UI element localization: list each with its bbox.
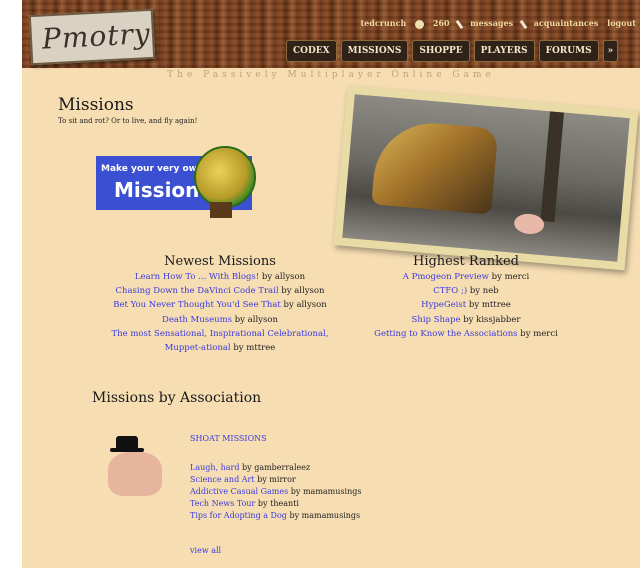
mission-link[interactable]: Addictive Casual Games <box>190 487 288 496</box>
mission-link[interactable]: Bet You Never Thought You'd See That <box>113 300 281 310</box>
list-item: The most Sensational, Inspirational Cele… <box>82 327 358 341</box>
mission-link[interactable]: Death Museums <box>162 315 232 325</box>
mission-link[interactable]: Getting to Know the Associations <box>374 329 517 339</box>
list-item: Laugh, hard by gamberraleez <box>190 463 311 472</box>
site-logo[interactable]: Pmotry <box>28 8 156 66</box>
associations-heading: Missions by Association <box>92 390 262 406</box>
highest-ranked-list: A Pmogeon Preview by merci CTFO ;) by ne… <box>348 270 584 341</box>
list-item: Addictive Casual Games by mamamusings <box>190 487 362 496</box>
list-item: Bet You Never Thought You'd See That by … <box>113 300 327 311</box>
coin-icon <box>415 19 425 29</box>
banner-line1: Make your very own <box>101 164 204 174</box>
top-hat-icon <box>116 436 138 450</box>
association-group-title: SHOAT MISSIONS <box>190 433 267 445</box>
page-frame: Pmotry tedcrunch 260 messages acquaintan… <box>22 0 640 568</box>
association-missions-list: Laugh, hard by gamberraleez Science and … <box>190 462 361 522</box>
list-item: Chasing Down the DaVinci Code Trail by a… <box>115 286 325 297</box>
nav-missions[interactable]: MISSIONS <box>340 40 409 62</box>
globe-icon <box>194 146 256 208</box>
pig-body-icon <box>108 452 162 496</box>
main-nav: CODEX MISSIONS SHOPPE PLAYERS FORUMS » <box>286 40 619 62</box>
pillar-icon <box>540 111 565 223</box>
mission-link[interactable]: The most Sensational, Inspirational Cele… <box>112 329 329 339</box>
mission-link[interactable]: Muppet-ational <box>165 343 231 353</box>
view-all-link[interactable]: view all <box>190 546 221 555</box>
list-item: Death Museums by allyson <box>162 314 278 325</box>
nav-shoppe[interactable]: SHOPPE <box>412 40 470 62</box>
mission-link[interactable]: Ship Shape <box>412 315 461 325</box>
list-item: Science and Art by mirror <box>190 475 296 484</box>
globe-stand-icon <box>210 202 232 218</box>
nav-forums[interactable]: FORUMS <box>538 40 599 62</box>
quill-icon <box>456 19 464 29</box>
username-link[interactable]: tedcrunch <box>360 18 406 28</box>
mission-link[interactable]: A Pmogeon Preview <box>403 272 489 282</box>
user-bar: tedcrunch 260 messages acquaintances log… <box>354 18 636 29</box>
list-item: Ship Shape by kissjabber <box>411 314 521 325</box>
list-item: Tech News Tour by theanti <box>190 499 299 508</box>
highest-ranked-heading: Highest Ranked <box>412 254 519 269</box>
logo-text: Pmotry <box>41 16 152 56</box>
newest-missions-heading: Newest Missions <box>164 254 276 269</box>
mission-link[interactable]: Laugh, hard <box>190 463 239 472</box>
newest-missions-list: Learn How To ... With Blogs! by allyson … <box>82 270 358 355</box>
list-item: Getting to Know the Associations by merc… <box>374 328 558 339</box>
list-item: CTFO ;) by neb <box>433 286 499 297</box>
view-all-container: view all <box>190 545 221 557</box>
nav-more-button[interactable]: » <box>602 40 619 62</box>
page-subtitle: To sit and rot? Or to live, and fly agai… <box>58 117 198 125</box>
nav-codex[interactable]: CODEX <box>286 40 337 62</box>
locomotive-icon <box>371 118 499 215</box>
mission-link[interactable]: Tips for Adopting a Dog <box>190 511 287 520</box>
nav-players[interactable]: PLAYERS <box>473 40 535 62</box>
mission-link[interactable]: Tech News Tour <box>190 499 255 508</box>
logout-link[interactable]: logout <box>607 18 636 28</box>
messages-link[interactable]: messages <box>470 18 513 28</box>
list-item: HypeGeist by mttree <box>421 300 511 311</box>
acquaintances-link[interactable]: acquaintances <box>534 18 599 28</box>
mission-link[interactable]: HypeGeist <box>421 300 466 310</box>
mission-link[interactable]: Learn How To ... With Blogs! <box>135 272 259 282</box>
list-item: Muppet-ational by mttree <box>164 343 276 354</box>
list-item: Learn How To ... With Blogs! by allyson <box>134 272 306 282</box>
list-item: Tips for Adopting a Dog by mamamusings <box>190 511 361 520</box>
page-title: Missions <box>58 95 134 115</box>
train-photo-image <box>342 94 630 262</box>
association-link[interactable]: SHOAT MISSIONS <box>190 434 267 443</box>
mission-link[interactable]: CTFO ;) <box>433 286 467 296</box>
site-tagline: The Passively Multiplayer Online Game <box>167 70 495 80</box>
top-hat-pig-icon <box>106 436 166 500</box>
featured-photo <box>333 85 639 271</box>
mission-link[interactable]: Chasing Down the DaVinci Code Trail <box>116 286 279 296</box>
mission-link[interactable]: Science and Art <box>190 475 255 484</box>
list-item: A Pmogeon Preview by merci <box>402 272 530 282</box>
quill-icon <box>519 19 528 29</box>
coin-count: 260 <box>432 18 450 28</box>
